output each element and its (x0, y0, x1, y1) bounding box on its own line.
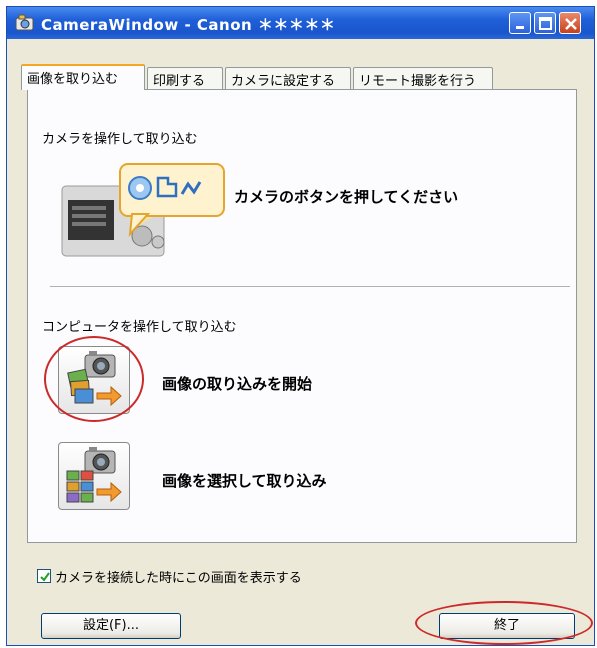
close-icon (565, 18, 577, 30)
section-divider (50, 286, 570, 287)
import-all-label[interactable]: 画像の取り込みを開始 (162, 373, 312, 394)
window-title: CameraWindow - Canon ＊＊＊＊＊ (41, 16, 336, 34)
highlight-ring-finish (415, 601, 593, 645)
show-on-connect-checkbox[interactable] (37, 569, 51, 583)
highlight-ring-import-all (44, 336, 144, 422)
tab-remote-shooting[interactable]: リモート撮影を行う (353, 67, 493, 89)
select-import-button[interactable] (58, 442, 130, 510)
minimize-icon (516, 26, 524, 29)
minimize-button[interactable] (509, 12, 531, 34)
settings-button[interactable]: 設定(F)... (41, 613, 181, 639)
tab-import-images[interactable]: 画像を取り込む (21, 64, 145, 90)
close-button[interactable] (559, 12, 581, 34)
show-on-connect-label: カメラを接続した時にこの画面を表示する (55, 571, 302, 586)
maximize-button[interactable] (534, 12, 556, 34)
camera-button-illustration (61, 163, 225, 257)
import-panel: カメラを操作して取り込む カメラのボタンを押してください コンピュータを操作して… (27, 89, 577, 543)
maximize-icon (539, 17, 552, 30)
select-import-label[interactable]: 画像を選択して取り込み (162, 470, 327, 491)
tab-print[interactable]: 印刷する (147, 67, 223, 89)
camera-section-label: カメラを操作して取り込む (42, 132, 198, 147)
computer-section-label: コンピュータを操作して取り込む (42, 320, 237, 335)
title-bar[interactable]: CameraWindow - Canon ＊＊＊＊＊ (7, 7, 594, 39)
camera-window: CameraWindow - Canon ＊＊＊＊＊ 画像を取り込む 印刷する … (6, 6, 595, 646)
tab-camera-settings[interactable]: カメラに設定する (225, 67, 351, 89)
camerawindow-app-icon (15, 13, 35, 33)
checkmark-icon (40, 572, 50, 582)
camera-instruction-text: カメラのボタンを押してください (234, 188, 459, 206)
select-import-images-icon (66, 447, 122, 503)
